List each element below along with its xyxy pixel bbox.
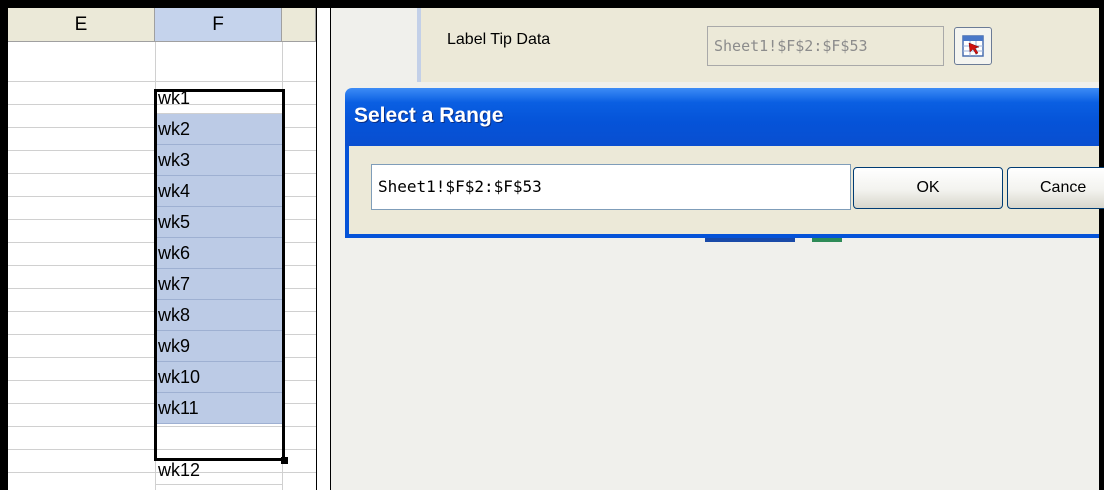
label-tip-data-label: Label Tip Data [447,31,551,48]
column-header-g[interactable] [282,8,316,42]
cell-f-wk5[interactable]: wk5 [156,207,282,238]
dialog-body: Sheet1!$F$2:$F$53 OK Cance [345,146,1104,238]
cell-f-wk10[interactable]: wk10 [156,362,282,393]
column-header-f[interactable]: F [155,8,282,42]
table-row[interactable] [8,427,316,450]
table-row[interactable] [8,42,316,82]
cell-f-wk2[interactable]: wk2 [156,114,282,145]
dialog-background: Label Tip Data Sheet1!$F$2:$F$53 [331,8,1099,490]
range-input[interactable]: Sheet1!$F$2:$F$53 [371,164,851,210]
label-tip-data-field[interactable]: Sheet1!$F$2:$F$53 [707,26,944,66]
pane-divider [316,8,331,490]
dialog-title: Select a Range [354,104,504,127]
cell-f-wk8[interactable]: wk8 [156,300,282,331]
cell-f-wk4[interactable]: wk4 [156,176,282,207]
spreadsheet-pane: E F wk1 wk2 wk3 wk4 wk5 wk6 wk7 wk8 wk9 … [8,8,316,490]
properties-panel: Label Tip Data Sheet1!$F$2:$F$53 [417,8,1099,82]
fill-handle[interactable] [281,457,288,464]
cell-f-wk9[interactable]: wk9 [156,331,282,362]
cell-f-wk3[interactable]: wk3 [156,145,282,176]
obscured-control [705,238,795,242]
dialog-titlebar[interactable]: Select a Range [345,88,1099,146]
range-picker-button[interactable] [954,27,992,65]
column-header-e[interactable]: E [8,8,155,42]
ok-button[interactable]: OK [853,167,1003,209]
cell-f-wk12[interactable]: wk12 [156,455,282,485]
cancel-button[interactable]: Cance [1007,167,1104,209]
range-picker-icon [962,35,984,57]
cell-f-wk6[interactable]: wk6 [156,238,282,269]
cell-f-wk1[interactable]: wk1 [156,84,282,114]
cell-f-wk7[interactable]: wk7 [156,269,282,300]
obscured-control [812,238,842,242]
select-range-dialog: Select a Range Sheet1!$F$2:$F$53 OK Canc… [345,88,1104,238]
cell-f-wk11[interactable]: wk11 [156,393,282,424]
